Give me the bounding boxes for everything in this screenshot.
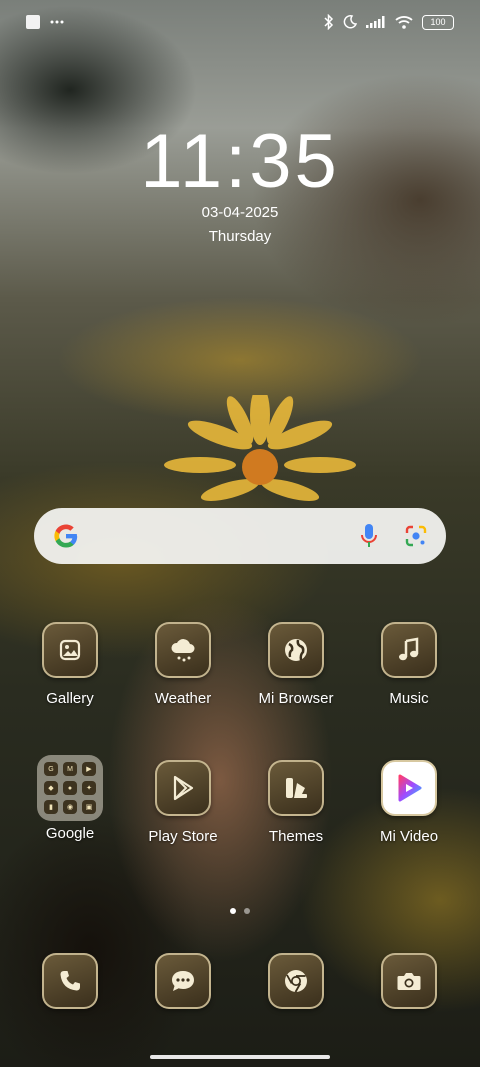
moon-icon [343,15,357,29]
play-store-icon [155,760,211,816]
microphone-icon[interactable] [360,523,378,549]
app-label: Gallery [46,690,94,707]
app-label: Play Store [148,828,218,845]
page-dot[interactable] [244,908,250,914]
more-dots-icon [50,20,64,24]
clock-date: 03-04-2025 [201,204,279,221]
app-label: Google [45,825,95,842]
app-mi-browser[interactable]: Mi Browser [241,622,351,707]
messages-icon [155,953,211,1009]
lens-icon[interactable] [404,524,428,548]
clock-weekday: Thursday [208,228,272,245]
gallery-icon [42,622,98,678]
camera-icon [381,953,437,1009]
wifi-icon [395,16,413,29]
app-label: Mi Video [379,828,439,845]
clock-time[interactable]: 11:35 [0,118,480,205]
dock-chrome[interactable] [241,953,351,1009]
globe-icon [268,622,324,678]
chrome-icon [268,953,324,1009]
app-play-store[interactable]: Play Store [128,760,238,845]
app-label: Weather [154,690,212,707]
status-bar: 100 [0,0,480,44]
signal-icon [366,16,385,28]
app-label: Music [389,690,429,707]
dock-messages[interactable] [128,953,238,1009]
folder-google[interactable]: G M ▶ ◆ ● ✦ ▮ ◉ ▣ Google [15,755,125,842]
gesture-home-bar[interactable] [150,1055,330,1059]
app-gallery[interactable]: Gallery [15,622,125,707]
google-g-icon [54,524,78,548]
google-search-bar[interactable] [34,508,446,564]
phone-icon [42,953,98,1009]
app-music[interactable]: Music [354,622,464,707]
weather-icon [155,622,211,678]
app-weather[interactable]: Weather [128,622,238,707]
app-label: Mi Browser [258,690,334,707]
dock-phone[interactable] [15,953,125,1009]
music-note-icon [381,622,437,678]
themes-icon [268,760,324,816]
folder-icon: G M ▶ ◆ ● ✦ ▮ ◉ ▣ [37,755,103,821]
mi-video-icon [381,760,437,816]
dock-camera[interactable] [354,953,464,1009]
bluetooth-icon [324,14,334,30]
flower-decoration [164,395,356,501]
app-mi-video[interactable]: Mi Video [354,760,464,845]
app-label: Themes [268,828,324,845]
battery-icon: 100 [422,14,454,30]
app-themes[interactable]: Themes [241,760,351,845]
page-indicator [0,908,480,914]
page-dot-active[interactable] [230,908,236,914]
notification-square-icon [26,15,40,29]
